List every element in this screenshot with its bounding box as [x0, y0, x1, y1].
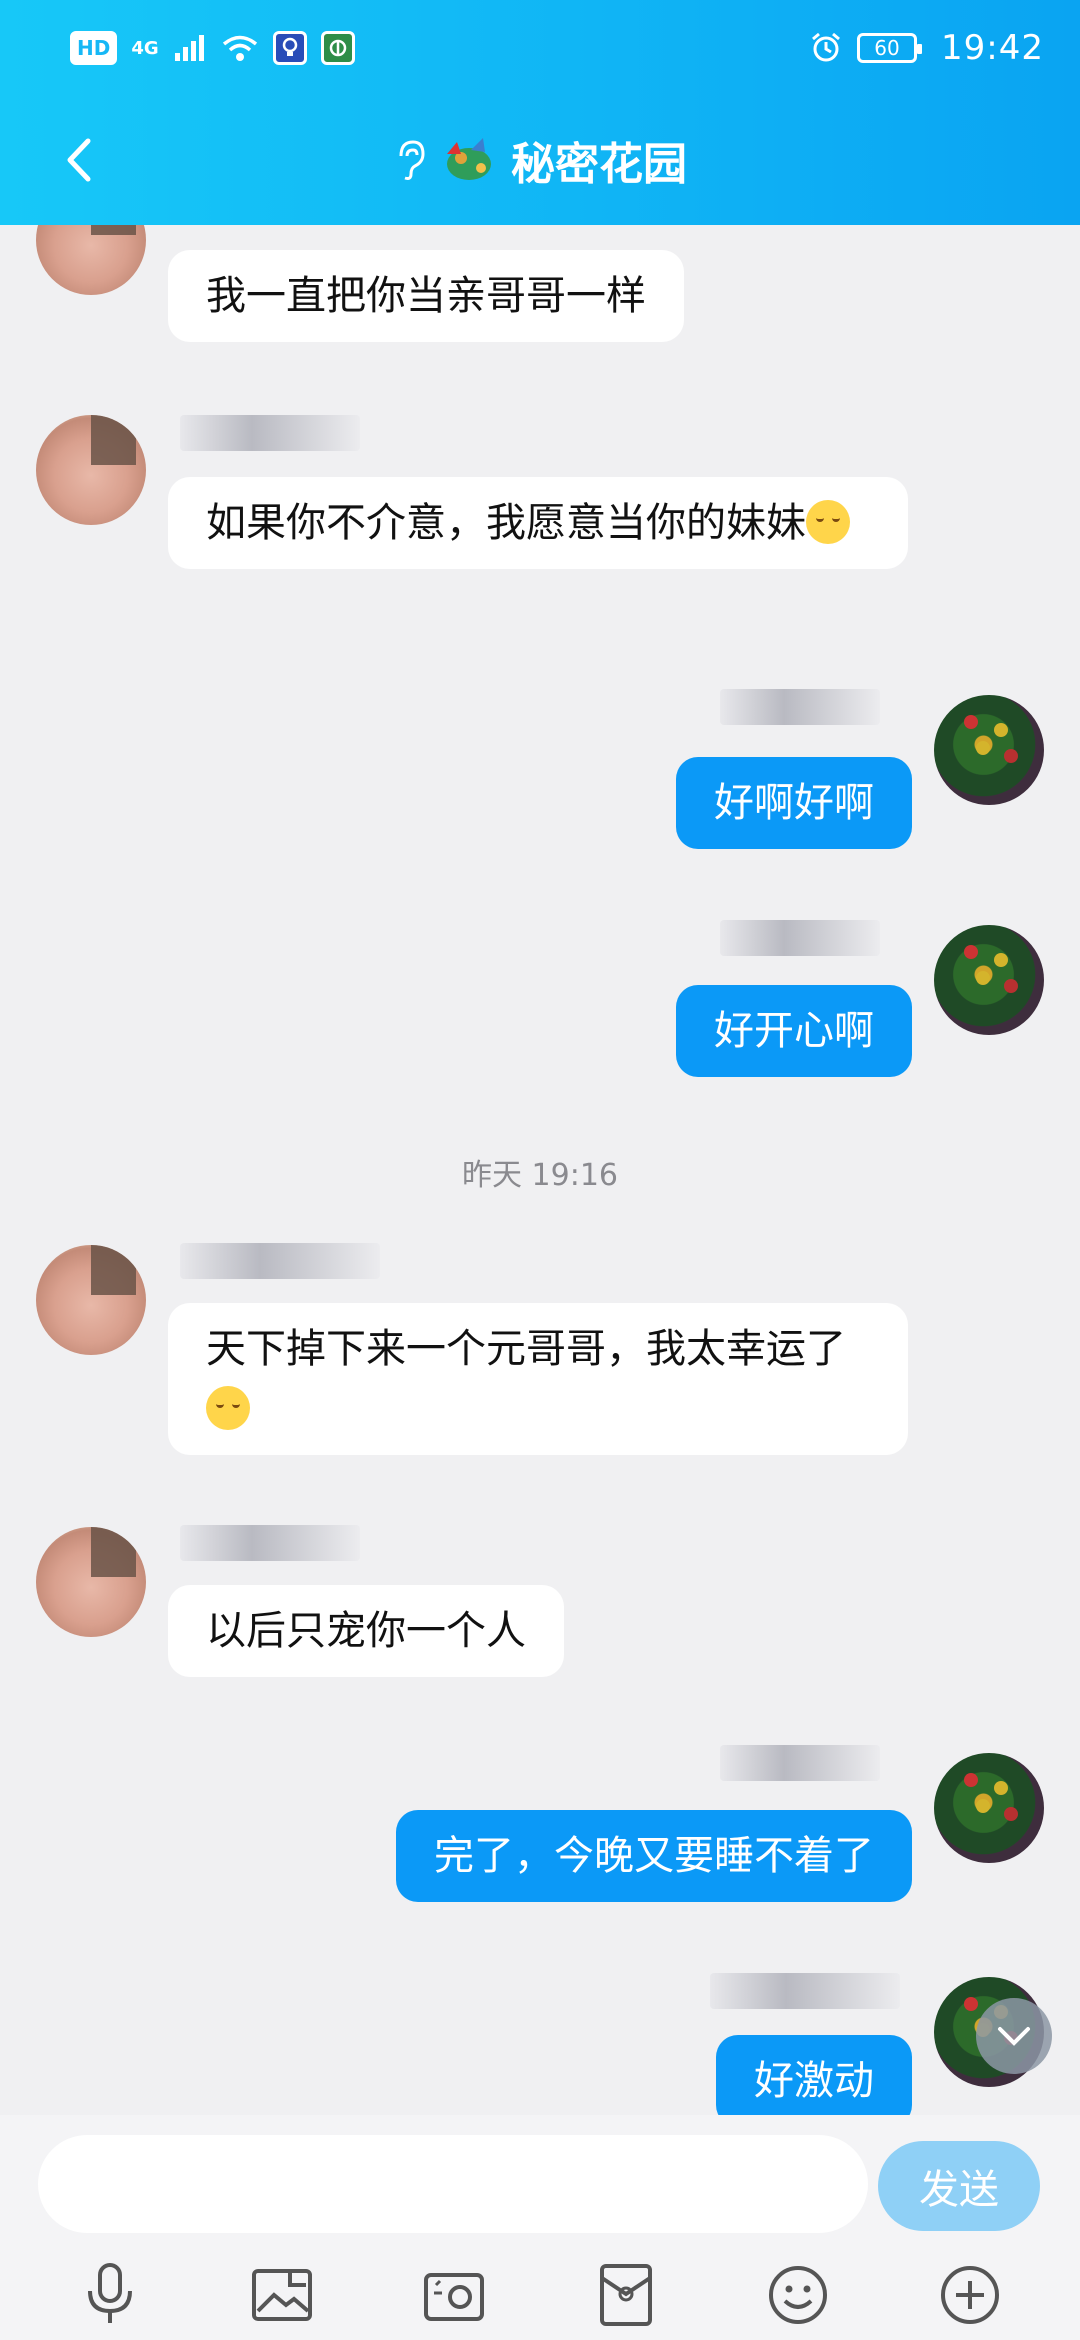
sender-name-blurred — [180, 415, 360, 451]
more-button[interactable] — [930, 2255, 1010, 2335]
my-avatar[interactable] — [934, 695, 1044, 805]
alarm-icon — [812, 32, 840, 62]
message-text: 天下掉下来一个元哥哥，我太幸运了 — [206, 1326, 846, 1372]
camera-icon — [424, 2273, 484, 2321]
hd-badge: HD — [70, 31, 118, 65]
smile-emoji-icon — [806, 500, 850, 544]
send-button[interactable]: 发送 — [878, 2141, 1040, 2231]
sender-name-blurred — [180, 1525, 360, 1561]
photo-button[interactable] — [242, 2255, 322, 2335]
message-bubble-incoming[interactable]: 我一直把你当亲哥哥一样 — [168, 250, 684, 342]
status-bar: HD 4G 60 19:42 — [0, 18, 1080, 78]
sender-name-blurred — [720, 920, 880, 956]
microphone-icon — [88, 2263, 132, 2323]
scroll-to-bottom-button[interactable] — [976, 1998, 1052, 2074]
emoji-button[interactable] — [758, 2255, 838, 2335]
status-right: 60 19:42 — [809, 28, 1044, 68]
ear-icon — [399, 140, 425, 180]
image-icon — [252, 2269, 312, 2321]
input-toolbar — [0, 2255, 1080, 2335]
back-button[interactable] — [50, 130, 110, 190]
chevron-down-icon — [998, 2027, 1030, 2046]
message-list[interactable]: 我一直把你当亲哥哥一样 如果你不介意，我愿意当你的妹妹 好啊好啊 好开心啊 昨天… — [0, 225, 1080, 2115]
voice-button[interactable] — [70, 2255, 150, 2335]
chat-screen: HD 4G 60 19:42 秘密花园 我一直把你当亲哥哥一样 如果你不介意，我… — [0, 0, 1080, 2340]
chevron-left-icon — [67, 138, 91, 182]
shy-emoji-icon — [206, 1386, 250, 1430]
red-packet-button[interactable] — [586, 2255, 666, 2335]
message-text: 如果你不介意，我愿意当你的妹妹 — [206, 500, 806, 546]
message-bubble-incoming[interactable]: 以后只宠你一个人 — [168, 1585, 564, 1677]
message-bubble-outgoing[interactable]: 好开心啊 — [676, 985, 912, 1077]
header: HD 4G 60 19:42 秘密花园 — [0, 0, 1080, 225]
timestamp: 昨天 19:16 — [462, 1158, 618, 1193]
red-packet-icon — [600, 2264, 652, 2326]
friend-avatar[interactable] — [36, 1527, 146, 1637]
battery-indicator: 60 — [857, 33, 923, 63]
friend-avatar[interactable] — [36, 225, 146, 295]
message-bubble-outgoing[interactable]: 好激动 — [716, 2035, 912, 2115]
sender-name-blurred — [180, 1243, 380, 1279]
my-avatar[interactable] — [934, 1753, 1044, 1863]
status-left: HD 4G — [70, 31, 355, 65]
message-bubble-incoming[interactable]: 天下掉下来一个元哥哥，我太幸运了 — [168, 1303, 908, 1455]
emoji-icon — [769, 2266, 827, 2324]
sender-name-blurred — [720, 689, 880, 725]
clock: 19:42 — [941, 28, 1044, 68]
message-bubble-incoming[interactable]: 如果你不介意，我愿意当你的妹妹 — [168, 477, 908, 569]
bulb-icon — [272, 31, 307, 65]
friend-avatar[interactable] — [36, 415, 146, 525]
dragon-emoji-icon — [447, 138, 491, 180]
friend-avatar[interactable] — [36, 1245, 146, 1355]
wifi-icon — [222, 35, 257, 61]
chat-title: 秘密花园 — [511, 139, 687, 190]
shield-app-icon — [320, 31, 355, 65]
message-input[interactable] — [38, 2135, 868, 2233]
sender-name-blurred — [720, 1745, 880, 1781]
my-avatar[interactable] — [934, 925, 1044, 1035]
signal-icon — [174, 35, 204, 61]
plus-icon — [941, 2266, 999, 2324]
message-bubble-outgoing[interactable]: 好啊好啊 — [676, 757, 912, 849]
nav-bar: 秘密花园 — [0, 115, 1080, 205]
network-type: 4G — [131, 37, 159, 59]
title-group[interactable]: 秘密花园 — [393, 128, 687, 192]
input-area: 发送 — [0, 2115, 1080, 2340]
message-bubble-outgoing[interactable]: 完了，今晚又要睡不着了 — [396, 1810, 912, 1902]
sender-name-blurred — [710, 1973, 900, 2009]
camera-button[interactable] — [414, 2255, 494, 2335]
